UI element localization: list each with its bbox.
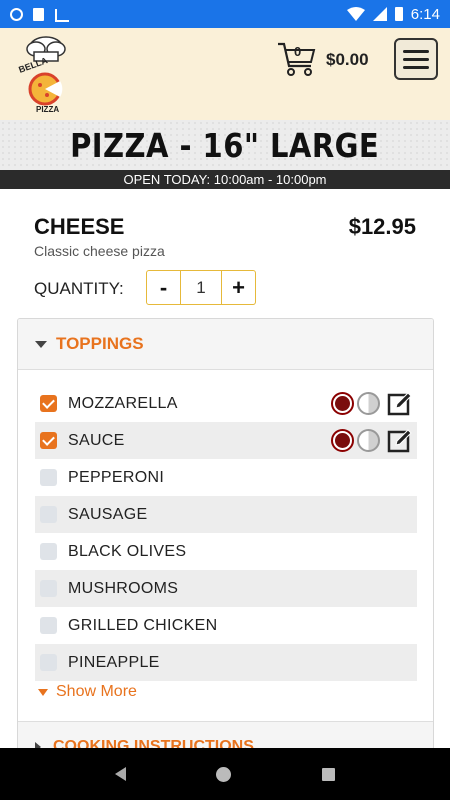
signal-icon (372, 7, 387, 21)
toppings-title: TOPPINGS (56, 334, 144, 353)
sd-card-icon (33, 7, 44, 21)
back-icon[interactable] (115, 767, 127, 781)
toppings-list: MOZZARELLA SAUCE PEPPERONI SAUSAGE BLACK… (35, 385, 417, 681)
topping-tools (331, 428, 413, 454)
topping-checkbox[interactable] (40, 469, 57, 486)
topping-tools (331, 391, 413, 417)
topping-name: BLACK OLIVES (68, 542, 187, 560)
topping-row[interactable]: MUSHROOMS (35, 570, 417, 607)
product-description: Classic cheese pizza (34, 243, 165, 259)
topping-checkbox[interactable] (40, 580, 57, 597)
topping-checkbox[interactable] (40, 654, 57, 671)
topping-checkbox[interactable] (40, 395, 57, 412)
download-check-icon (54, 8, 69, 22)
svg-text:PIZZA: PIZZA (36, 105, 59, 114)
topping-name: SAUSAGE (68, 505, 148, 523)
half-pizza-icon[interactable] (357, 392, 380, 415)
product-price: $12.95 (348, 214, 416, 239)
quantity-increase-button[interactable]: + (221, 271, 255, 304)
quantity-label: QUANTITY: (34, 279, 124, 298)
show-more-link[interactable]: Show More (38, 683, 137, 701)
android-nav-bar (0, 748, 450, 800)
wifi-icon (346, 7, 365, 21)
topping-checkbox[interactable] (40, 432, 57, 449)
status-bar: 6:14 (0, 0, 450, 28)
caret-down-icon (38, 688, 48, 696)
topping-row[interactable]: MOZZARELLA (35, 385, 417, 422)
caret-down-icon (35, 340, 47, 348)
hours-banner: OPEN TODAY: 10:00am - 10:00pm (0, 170, 450, 189)
cart-count-badge: 0 (294, 44, 302, 59)
topping-name: PINEAPPLE (68, 653, 160, 671)
edit-icon[interactable] (387, 391, 413, 417)
notification-circle-icon (10, 7, 23, 21)
topping-checkbox[interactable] (40, 506, 57, 523)
topping-checkbox[interactable] (40, 543, 57, 560)
battery-icon (394, 7, 403, 21)
show-more-label: Show More (56, 683, 137, 700)
app-header: BELLA PIZZA (0, 28, 450, 120)
topping-name: MUSHROOMS (68, 579, 179, 597)
quantity-stepper: - 1 + (146, 270, 256, 305)
topping-row[interactable]: SAUCE (35, 422, 417, 459)
recent-apps-icon[interactable] (321, 767, 335, 781)
topping-name: SAUCE (68, 431, 125, 449)
topping-name: PEPPERONI (68, 468, 165, 486)
topping-row[interactable]: PINEAPPLE (35, 644, 417, 681)
page-title: PIZZA - 16" LARGE (70, 125, 380, 165)
quantity-decrease-button[interactable]: - (147, 271, 181, 304)
edit-icon[interactable] (387, 428, 413, 454)
half-pizza-icon[interactable] (357, 429, 380, 452)
topping-checkbox[interactable] (40, 617, 57, 634)
bella-pizza-logo[interactable]: BELLA PIZZA (12, 33, 78, 115)
topping-row[interactable]: PEPPERONI (35, 459, 417, 496)
whole-pizza-icon[interactable] (331, 429, 354, 452)
topping-row[interactable]: BLACK OLIVES (35, 533, 417, 570)
toppings-header[interactable]: TOPPINGS (18, 319, 433, 370)
topping-row[interactable]: GRILLED CHICKEN (35, 607, 417, 644)
page-title-band: PIZZA - 16" LARGE (0, 120, 450, 170)
whole-pizza-icon[interactable] (331, 392, 354, 415)
topping-row[interactable]: SAUSAGE (35, 496, 417, 533)
topping-name: GRILLED CHICKEN (68, 616, 218, 634)
toppings-panel: TOPPINGS MOZZARELLA SAUCE PEPPERONI SAUS… (17, 318, 434, 758)
product-name: CHEESE (34, 214, 125, 239)
topping-name: MOZZARELLA (68, 394, 178, 412)
hamburger-icon (403, 49, 429, 53)
home-icon[interactable] (216, 766, 232, 782)
hamburger-menu-button[interactable] (394, 38, 438, 80)
cart-total[interactable]: $0.00 (326, 50, 369, 70)
quantity-value[interactable]: 1 (181, 271, 221, 304)
status-time: 6:14 (410, 5, 440, 23)
